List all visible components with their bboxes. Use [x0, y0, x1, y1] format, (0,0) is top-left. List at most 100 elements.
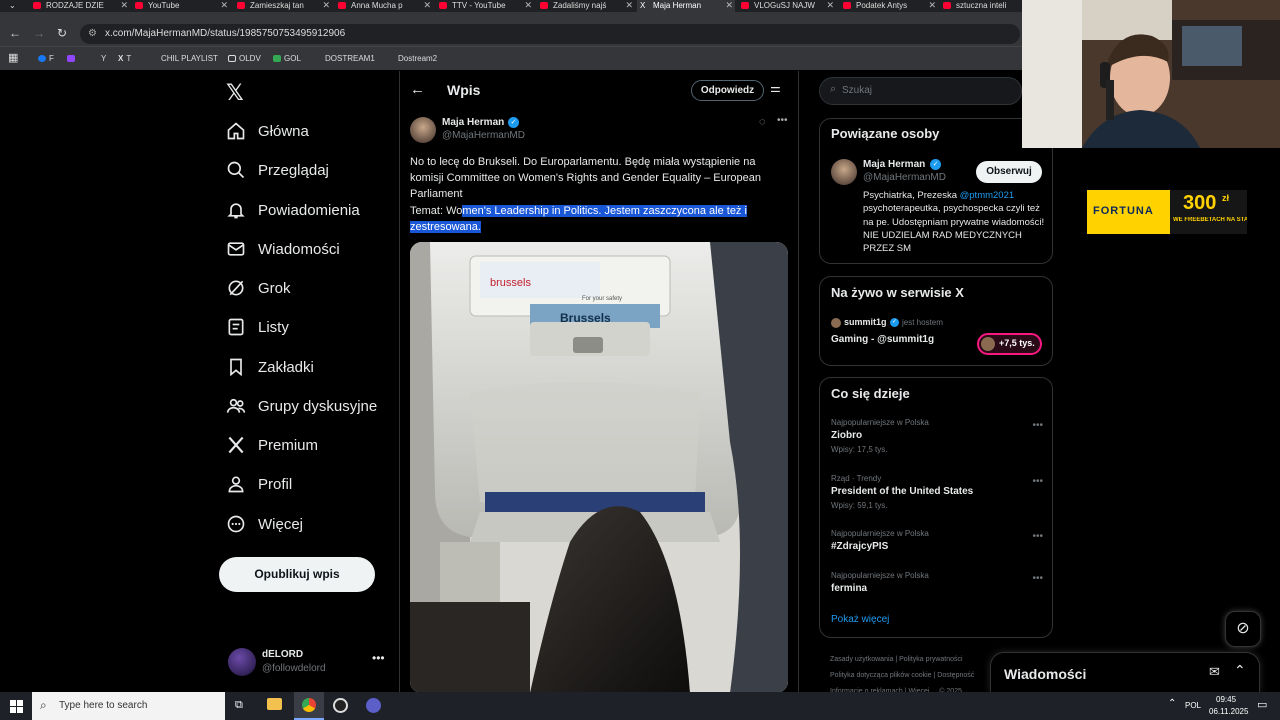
- author-handle[interactable]: @MajaHermanMD: [442, 130, 525, 141]
- bookmark-item[interactable]: F: [38, 54, 54, 63]
- account-switcher[interactable]: dELORD @followdelord •••: [228, 647, 388, 679]
- grok-floating-button[interactable]: ⊘: [1225, 611, 1261, 647]
- sidebar-item-messages[interactable]: Wiadomości: [226, 234, 340, 264]
- card-title: Powiązane osoby: [831, 126, 940, 141]
- sidebar-item-communities[interactable]: Grupy dyskusyjne: [226, 391, 377, 421]
- more-dots-icon[interactable]: •••: [777, 115, 788, 126]
- bookmark-item[interactable]: DOSTREAM1: [314, 54, 375, 63]
- more-dots-icon[interactable]: •••: [372, 651, 385, 665]
- bookmark-folder[interactable]: OLDV: [228, 54, 261, 63]
- footer-link[interactable]: Dostępność: [937, 672, 974, 679]
- tab-item[interactable]: sztuczna inteli: [940, 0, 1022, 12]
- post-button[interactable]: Opublikuj wpis: [219, 557, 375, 592]
- sidebar-item-explore[interactable]: Przeglądaj: [226, 155, 329, 185]
- sidebar-item-premium[interactable]: Premium: [226, 430, 318, 460]
- trend-item[interactable]: Najpopularniejsze w Polska Ziobro Wpisy:…: [831, 418, 1043, 463]
- tray-chevron-icon[interactable]: ⌃: [1168, 698, 1176, 709]
- clock-date[interactable]: 06.11.2025: [1209, 707, 1248, 716]
- apps-icon[interactable]: ▦: [8, 51, 18, 64]
- back-icon[interactable]: ←: [9, 26, 21, 40]
- footer-link[interactable]: Zasady użytkowania: [830, 656, 893, 663]
- main-column: ← Wpis Odpowiedz ⚌ Maja Herman ✓ @MajaHe…: [399, 71, 799, 693]
- tab-item[interactable]: VLOGuSJ NAJW ✕: [738, 0, 836, 12]
- verified-badge-icon: ✓: [930, 159, 941, 170]
- reload-icon[interactable]: ↻: [57, 26, 67, 40]
- post-text-body: No to lecę do Brukseli. Do Europarlament…: [410, 156, 762, 201]
- tab-item[interactable]: TTV - YouTube ✕: [436, 0, 534, 12]
- live-viewers-badge[interactable]: +7,5 tys.: [977, 333, 1042, 355]
- grok-icon[interactable]: ◌: [759, 116, 766, 128]
- more-dots-icon[interactable]: •••: [1032, 531, 1043, 542]
- account-handle: @followdelord: [262, 663, 326, 674]
- tab-item[interactable]: Zamieszkaj tan ✕: [234, 0, 332, 12]
- sidebar-item-profile[interactable]: Profil: [226, 469, 292, 499]
- footer-link[interactable]: Polityka dotycząca plików cookie: [830, 672, 932, 679]
- sidebar-item-notifications[interactable]: Powiadomienia: [226, 195, 360, 225]
- follow-button[interactable]: Obserwuj: [976, 161, 1042, 183]
- language-indicator[interactable]: POL: [1185, 701, 1201, 710]
- post-image[interactable]: brussels Brussels For your safety: [410, 242, 788, 693]
- taskbar-search[interactable]: ⌕ Type here to search: [32, 692, 225, 720]
- site-info-icon[interactable]: ⚙: [88, 24, 97, 44]
- chrome-icon[interactable]: [294, 692, 324, 720]
- bookmark-item[interactable]: GOL: [273, 54, 301, 63]
- trend-meta: Najpopularniejsze w Polska: [831, 529, 929, 538]
- forward-icon[interactable]: →: [33, 26, 45, 40]
- trend-count: Wpisy: 59,1 tys.: [831, 501, 888, 510]
- avatar: [228, 648, 256, 676]
- stream-title[interactable]: Gaming - @summit1g: [831, 334, 934, 345]
- tab-item[interactable]: RODZAJE DZIE ✕: [30, 0, 130, 12]
- app-icon[interactable]: [366, 698, 381, 713]
- sidebar-item-home[interactable]: Główna: [226, 116, 309, 146]
- sidebar-item-label: Przeglądaj: [258, 161, 329, 179]
- trend-item[interactable]: Najpopularniejsze w Polska #ZdrajcyPIS •…: [831, 529, 1043, 564]
- messages-drawer[interactable]: Wiadomości ✉ ⌃: [990, 652, 1260, 692]
- avatar[interactable]: [410, 117, 436, 143]
- filter-icon[interactable]: ⚌: [770, 81, 781, 95]
- reply-button[interactable]: Odpowiedz: [691, 80, 764, 101]
- trend-item[interactable]: Najpopularniejsze w Polska fermina •••: [831, 571, 1043, 606]
- bio-mention-link[interactable]: @ptmm2021: [960, 190, 1015, 201]
- new-message-icon[interactable]: ✉: [1209, 664, 1220, 680]
- sidebar-item-more[interactable]: Więcej: [226, 509, 303, 539]
- task-view-icon[interactable]: ⧉: [235, 699, 243, 712]
- chevron-up-icon[interactable]: ⌃: [1234, 662, 1246, 679]
- person-name[interactable]: Maja Herman: [863, 159, 925, 170]
- tab-item[interactable]: Anna Mucha p ✕: [335, 0, 433, 12]
- sidebar-item-lists[interactable]: Listy: [226, 312, 289, 342]
- bookmark-item[interactable]: CHIL PLAYLIST: [150, 54, 218, 63]
- notification-icon[interactable]: ▭: [1257, 698, 1267, 711]
- live-card: Na żywo w serwisie X summit1g ✓ jest hos…: [819, 276, 1053, 366]
- bookmark-item[interactable]: XT: [118, 54, 131, 63]
- search-input[interactable]: ⌕ Szukaj: [819, 77, 1022, 105]
- file-explorer-icon[interactable]: [267, 698, 282, 710]
- show-more-link[interactable]: Pokaż więcej: [831, 614, 889, 625]
- x-logo-icon[interactable]: 𝕏: [226, 80, 244, 106]
- avatar[interactable]: [831, 159, 857, 185]
- more-dots-icon[interactable]: •••: [1032, 420, 1043, 431]
- bookmark-item[interactable]: Y: [90, 54, 106, 63]
- footer-link[interactable]: Polityka prywatności: [899, 656, 962, 663]
- related-people-card: Powiązane osoby Maja Herman ✓ @MajaHerma…: [819, 118, 1053, 264]
- more-icon: [227, 515, 245, 533]
- windows-start-icon[interactable]: [10, 700, 23, 713]
- tab-item[interactable]: Zadaliśmy najś ✕: [537, 0, 635, 12]
- sidebar-item-grok[interactable]: Grok: [226, 273, 291, 303]
- host-name[interactable]: summit1g: [844, 317, 887, 327]
- bookmark-item[interactable]: Dostream2: [387, 54, 437, 63]
- obs-icon[interactable]: [333, 698, 348, 713]
- clock-time[interactable]: 09:45: [1216, 695, 1236, 704]
- more-dots-icon[interactable]: •••: [1032, 476, 1043, 487]
- more-dots-icon[interactable]: •••: [1032, 573, 1043, 584]
- trend-item[interactable]: Rząd · Trendy President of the United St…: [831, 474, 1043, 519]
- author-name[interactable]: Maja Herman: [442, 117, 504, 128]
- trend-count: Wpisy: 17,5 tys.: [831, 445, 888, 454]
- back-arrow-icon[interactable]: ←: [410, 81, 425, 98]
- tab-menu[interactable]: ⌄: [0, 0, 26, 12]
- tab-item-active[interactable]: X Maja Herman ✕: [637, 0, 735, 12]
- tab-item[interactable]: YouTube ✕: [132, 0, 230, 12]
- url-input[interactable]: ⚙ x.com/MajaHermanMD/status/198575075349…: [80, 24, 1020, 44]
- tab-item[interactable]: Podatek Antys ✕: [840, 0, 938, 12]
- bookmark-item[interactable]: [67, 54, 78, 63]
- sidebar-item-bookmarks[interactable]: Zakładki: [226, 352, 314, 382]
